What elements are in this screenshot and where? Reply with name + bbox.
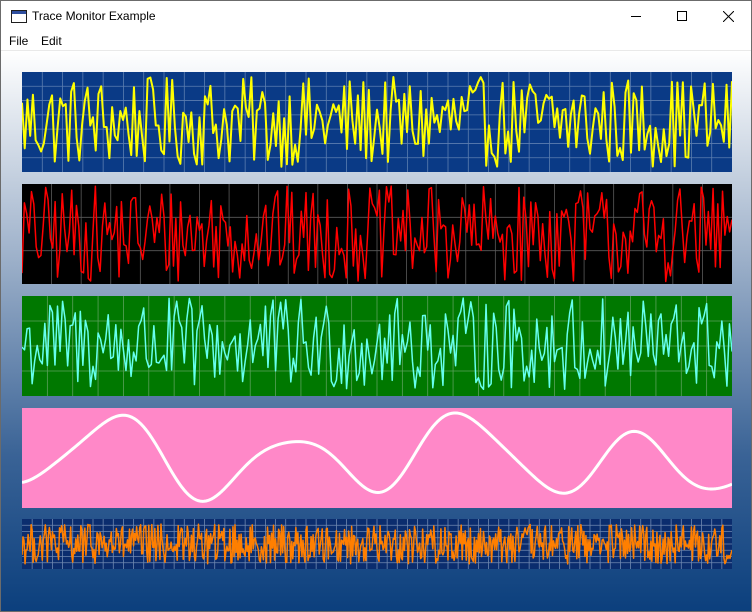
minimize-icon bbox=[631, 16, 641, 17]
client-area bbox=[1, 51, 751, 611]
trace-1-background bbox=[22, 72, 732, 172]
trace-panel-3[interactable] bbox=[22, 296, 732, 396]
maximize-button[interactable] bbox=[659, 1, 705, 31]
trace-plot-3 bbox=[22, 296, 732, 396]
app-window-icon[interactable] bbox=[11, 10, 27, 23]
trace-plot-5 bbox=[22, 519, 732, 569]
trace-plot-4 bbox=[22, 408, 732, 508]
trace-panel-2[interactable] bbox=[22, 184, 732, 284]
trace-plot-2 bbox=[22, 184, 732, 284]
menu-bar: File Edit bbox=[1, 31, 751, 51]
trace-panel-5[interactable] bbox=[22, 519, 732, 569]
close-icon bbox=[723, 11, 734, 22]
close-button[interactable] bbox=[705, 1, 751, 31]
window-title: Trace Monitor Example bbox=[32, 9, 156, 23]
menu-edit[interactable]: Edit bbox=[41, 34, 62, 48]
trace-plot-1 bbox=[22, 72, 732, 172]
trace-panel-4[interactable] bbox=[22, 408, 732, 508]
title-bar[interactable]: Trace Monitor Example bbox=[1, 1, 751, 31]
trace-panel-1[interactable] bbox=[22, 72, 732, 172]
maximize-icon bbox=[677, 11, 687, 21]
menu-file[interactable]: File bbox=[9, 34, 28, 48]
app-window: Trace Monitor Example File Edit bbox=[0, 0, 752, 612]
minimize-button[interactable] bbox=[613, 1, 659, 31]
